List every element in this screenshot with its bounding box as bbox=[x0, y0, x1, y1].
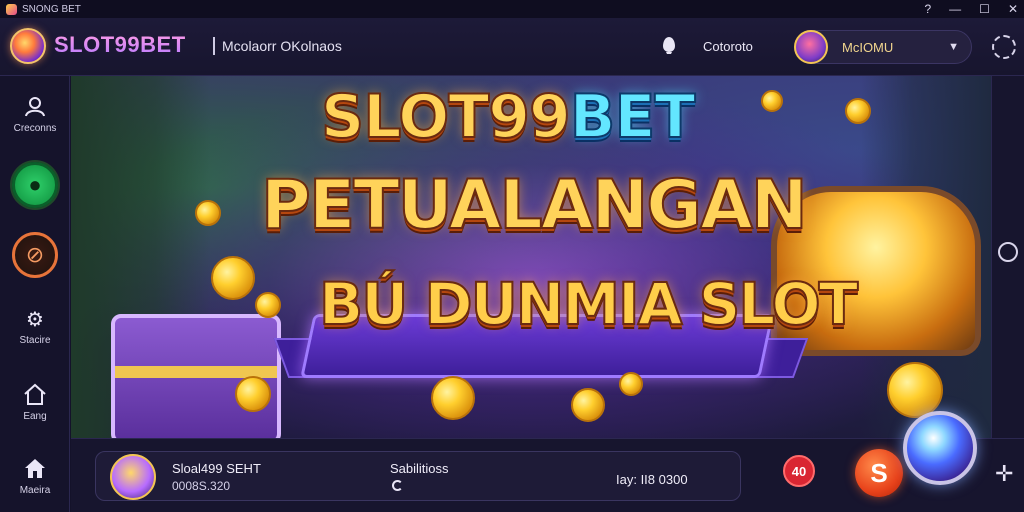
banner-title-sub: BÚ DUNMIA SLOT bbox=[318, 269, 859, 339]
coin-icon bbox=[571, 388, 605, 422]
loading-spinner-icon bbox=[392, 480, 403, 491]
coin-icon bbox=[619, 372, 643, 396]
header-divider bbox=[213, 37, 215, 55]
sidebar-item-no-sign[interactable]: ⊘ bbox=[0, 232, 70, 278]
sidebar-item-pouch[interactable]: ● bbox=[0, 162, 70, 208]
help-button[interactable]: ? bbox=[924, 2, 931, 16]
app-icon bbox=[6, 3, 17, 15]
coin-icon bbox=[431, 376, 475, 420]
window-title: SNONG BET bbox=[22, 3, 81, 15]
sidebar: Creconns ● ⊘ ⚙ Stacire Eang Maeira bbox=[0, 76, 70, 512]
title-bar: SNONG BET ? — ☐ ✕ bbox=[0, 0, 1024, 18]
banner-title-main: PETUALANGAN bbox=[260, 165, 809, 246]
coin-icon bbox=[211, 256, 255, 300]
user-dropdown[interactable]: McIOMU ▼ bbox=[794, 30, 972, 64]
brand-name[interactable]: SLOT99BET bbox=[54, 32, 186, 58]
sidebar-item-eang[interactable]: Eang bbox=[0, 382, 70, 422]
expand-icon[interactable]: ✛ bbox=[995, 461, 1013, 487]
window-controls: ? — ☐ ✕ bbox=[924, 0, 1018, 18]
jackpot-card[interactable]: Sloal499 SEHT 0008S.320 Sabilitioss Iay:… bbox=[95, 451, 741, 501]
sidebar-item-label: Creconns bbox=[13, 123, 57, 134]
settings-gear-icon[interactable] bbox=[992, 35, 1016, 59]
header-subtitle: Mcolaorr OKolnaos bbox=[222, 38, 342, 54]
carousel-indicator[interactable] bbox=[998, 242, 1018, 262]
game-name: Sloal499 SEHT bbox=[172, 461, 261, 476]
avatar bbox=[794, 30, 828, 64]
floating-action-orb-icon[interactable] bbox=[903, 411, 977, 485]
bottom-bar: Sloal499 SEHT 0008S.320 Sabilitioss Iay:… bbox=[71, 411, 1024, 512]
sidebar-item-label: Maeira bbox=[19, 485, 51, 496]
app-header: SLOT99BET Mcolaorr OKolnaos Cotoroto McI… bbox=[0, 18, 1024, 76]
chevron-down-icon: ▼ bbox=[948, 41, 959, 53]
home-icon bbox=[24, 383, 46, 405]
sidebar-item-creconns[interactable]: Creconns bbox=[0, 94, 70, 134]
notification-badge[interactable]: 40 bbox=[783, 455, 815, 487]
coin-icon bbox=[845, 98, 871, 124]
sidebar-item-maeira[interactable]: Maeira bbox=[0, 456, 70, 496]
no-sign-icon: ⊘ bbox=[12, 232, 58, 278]
maximize-button[interactable]: ☐ bbox=[979, 2, 990, 16]
status-value: Iay: II8 0300 bbox=[616, 472, 688, 487]
close-button[interactable]: ✕ bbox=[1008, 2, 1018, 16]
user-icon bbox=[25, 97, 45, 117]
minimize-button[interactable]: — bbox=[949, 2, 961, 16]
right-rail bbox=[991, 76, 1024, 438]
house-icon bbox=[25, 459, 45, 478]
sidebar-item-stacire[interactable]: ⚙ Stacire bbox=[0, 306, 70, 347]
coin-icon bbox=[255, 292, 281, 318]
coin-icon bbox=[887, 362, 943, 418]
brand-logo-icon[interactable] bbox=[10, 28, 46, 64]
status-label: Sabilitioss bbox=[390, 461, 449, 476]
gear-icon: ⚙ bbox=[26, 308, 44, 331]
header-nav-link[interactable]: Cotoroto bbox=[703, 39, 753, 54]
sidebar-item-label: Stacire bbox=[19, 335, 51, 346]
spin-button[interactable]: S bbox=[855, 449, 903, 497]
game-avatar bbox=[110, 454, 156, 500]
search-icon[interactable] bbox=[658, 34, 680, 56]
coin-icon bbox=[761, 90, 783, 112]
sidebar-item-label: Eang bbox=[23, 411, 47, 422]
promo-banner[interactable]: SLOT99BET PETUALANGAN BÚ DUNMIA SLOT bbox=[71, 76, 991, 448]
game-amount: 0008S.320 bbox=[172, 479, 231, 493]
pouch-icon: ● bbox=[12, 162, 58, 208]
coin-icon bbox=[235, 376, 271, 412]
user-name: McIOMU bbox=[842, 39, 894, 55]
coin-icon bbox=[195, 200, 221, 226]
banner-title-brand: SLOT99BET bbox=[320, 81, 696, 153]
